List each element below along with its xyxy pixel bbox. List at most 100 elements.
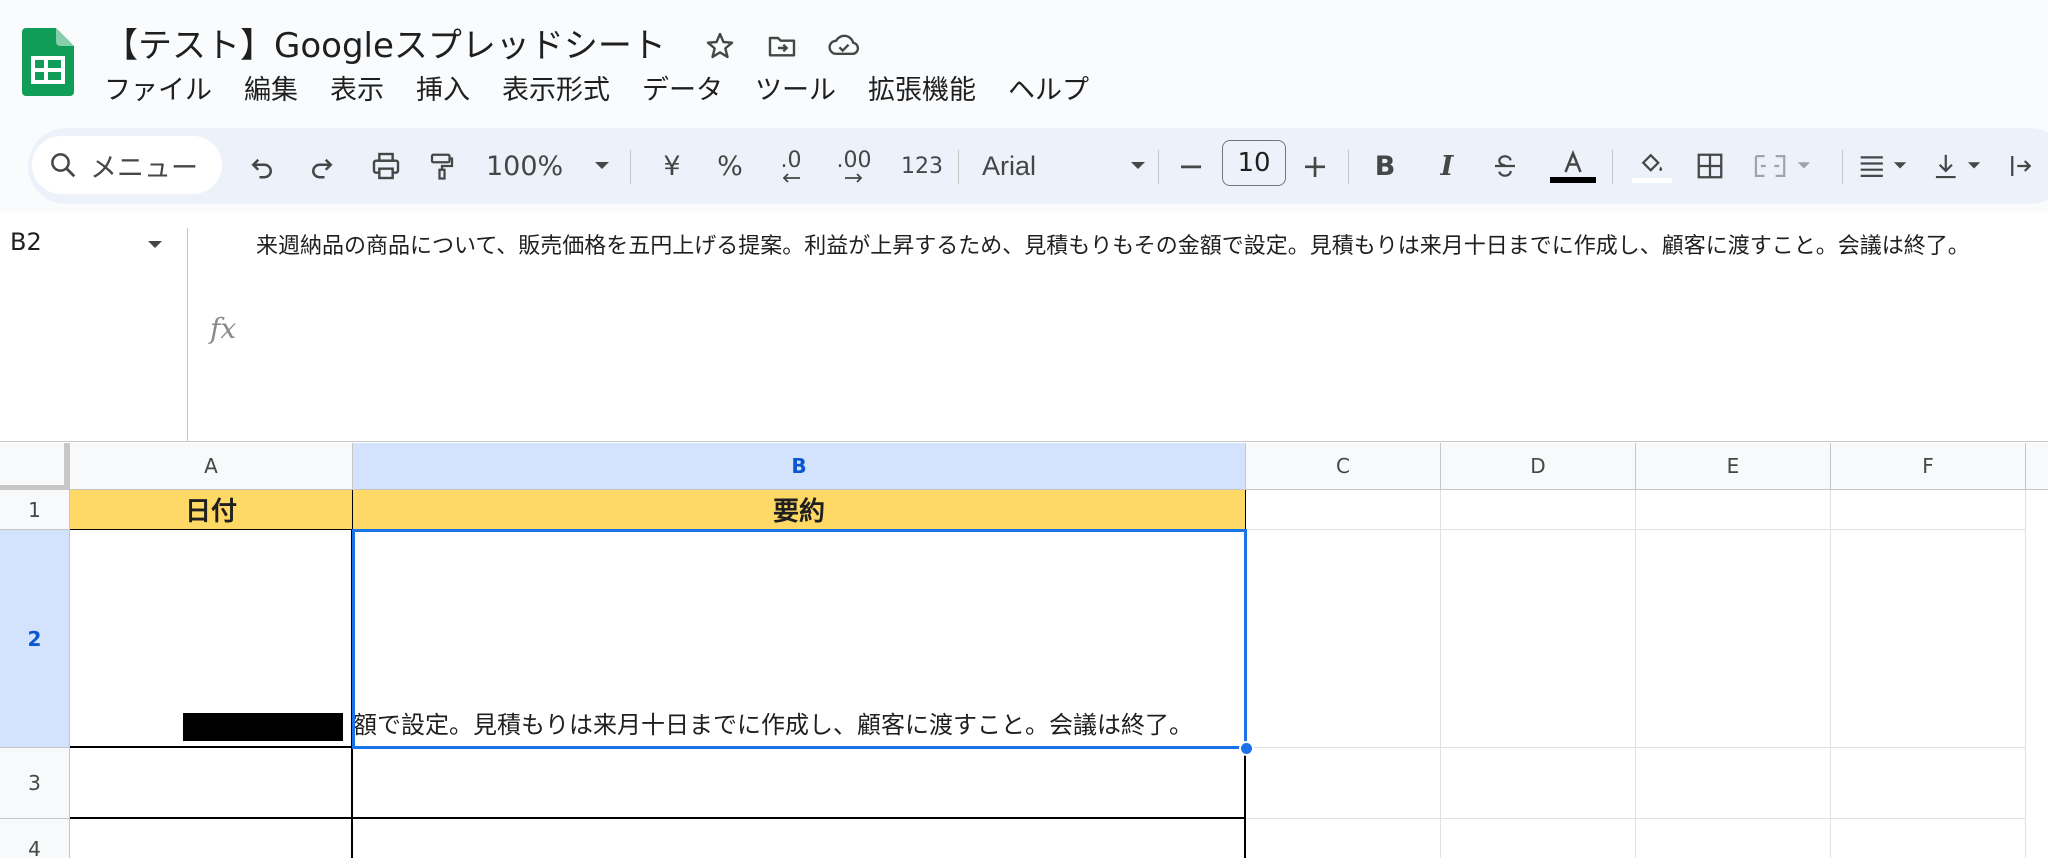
zoom-select[interactable]: 100% <box>486 140 596 192</box>
menu-tools[interactable]: ツール <box>739 70 852 112</box>
star-icon[interactable] <box>700 26 740 66</box>
name-box-dropdown-icon[interactable] <box>146 236 164 255</box>
cell-e3[interactable] <box>1636 748 1831 819</box>
menu-search-box[interactable]: メニュー <box>32 136 222 194</box>
toolbar-separator <box>630 150 631 184</box>
menu-view[interactable]: 表示 <box>314 70 400 112</box>
cell-d1[interactable] <box>1441 490 1636 530</box>
cloud-saved-icon[interactable] <box>824 26 864 66</box>
decrease-font-size-button[interactable]: − <box>1170 140 1212 192</box>
formula-bar: B2 fx 来週納品の商品について、販売価格を五円上げる提案。利益が上昇するため… <box>0 216 2048 442</box>
redo-icon[interactable] <box>300 140 344 192</box>
sheets-logo-icon[interactable] <box>22 28 74 96</box>
text-color-button[interactable] <box>1548 140 1598 192</box>
toolbar-separator <box>1348 150 1349 184</box>
cell-f3[interactable] <box>1831 748 2026 819</box>
merge-cells-icon[interactable] <box>1748 140 1818 192</box>
paint-format-icon[interactable] <box>420 140 464 192</box>
vertical-align-icon[interactable] <box>1928 140 1998 192</box>
undo-icon[interactable] <box>240 140 284 192</box>
row-header-1[interactable]: 1 <box>0 490 70 530</box>
increase-decimal-button[interactable]: .00 <box>826 140 882 192</box>
menu-search-placeholder: メニュー <box>90 152 198 184</box>
column-header-e[interactable]: E <box>1636 443 1831 490</box>
cell-b4[interactable] <box>353 819 1246 858</box>
cell-f1[interactable] <box>1831 490 2026 530</box>
font-size-input[interactable]: 10 <box>1222 140 1286 186</box>
row-header-3[interactable]: 3 <box>0 748 70 819</box>
toolbar-separator <box>1158 150 1159 184</box>
zoom-dropdown-icon[interactable] <box>584 140 620 192</box>
cell-f4[interactable] <box>1831 819 2026 858</box>
menu-insert[interactable]: 挿入 <box>400 70 486 112</box>
cell-d4[interactable] <box>1441 819 1636 858</box>
row-header-2[interactable]: 2 <box>0 530 70 748</box>
cell-a1[interactable]: 日付 <box>70 490 353 530</box>
cell-e4[interactable] <box>1636 819 1831 858</box>
redacted-block <box>183 713 343 741</box>
menu-edit[interactable]: 編集 <box>228 70 314 112</box>
menu-format[interactable]: 表示形式 <box>486 70 626 112</box>
app-header: 【テスト】Googleスプレッドシート ファイル 編集 表示 挿入 表示形式 デ… <box>0 0 2048 122</box>
name-box[interactable]: B2 <box>10 228 42 256</box>
row-header-4[interactable]: 4 <box>0 819 70 858</box>
cell-b1[interactable]: 要約 <box>353 490 1246 530</box>
arrow-right-icon <box>845 173 863 183</box>
move-to-folder-icon[interactable] <box>762 26 802 66</box>
toolbar: メニュー 100% ¥ % .0 .00 123 Arial − 10 + B … <box>28 128 2048 204</box>
menu-file[interactable]: ファイル <box>88 70 228 112</box>
cell-d2[interactable] <box>1441 530 1636 748</box>
column-header-c[interactable]: C <box>1246 443 1441 490</box>
cell-f2[interactable] <box>1831 530 2026 748</box>
font-name: Arial <box>982 150 1037 181</box>
borders-icon[interactable] <box>1686 140 1734 192</box>
fill-handle[interactable] <box>1239 741 1254 756</box>
fill-color-button[interactable] <box>1628 140 1676 192</box>
document-title[interactable]: 【テスト】Googleスプレッドシート <box>104 18 666 67</box>
strikethrough-icon[interactable] <box>1482 140 1528 192</box>
toolbar-separator <box>958 150 959 184</box>
text-color-icon <box>1564 149 1582 173</box>
percent-format-button[interactable]: % <box>708 140 752 192</box>
print-icon[interactable] <box>362 140 410 192</box>
fx-icon: fx <box>210 312 237 345</box>
cell-a3[interactable] <box>70 748 353 819</box>
cell-c3[interactable] <box>1246 748 1441 819</box>
arrow-left-icon <box>782 173 800 183</box>
decrease-decimal-button[interactable]: .0 <box>766 140 816 192</box>
increase-font-size-button[interactable]: + <box>1294 140 1336 192</box>
number-format-button[interactable]: 123 <box>894 140 950 192</box>
cell-c2[interactable] <box>1246 530 1441 748</box>
cell-b3[interactable] <box>353 748 1246 819</box>
formula-input[interactable]: 来週納品の商品について、販売価格を五円上げる提案。利益が上昇するため、見積もりも… <box>256 228 1970 260</box>
menu-data[interactable]: データ <box>626 70 739 112</box>
menu-help[interactable]: ヘルプ <box>992 70 1105 112</box>
spreadsheet-grid: A B C D E F 1 2 3 4 日付 要約 額で設定。見積もりは来月十日… <box>0 443 2048 858</box>
text-color-swatch <box>1550 177 1596 183</box>
column-header-d[interactable]: D <box>1441 443 1636 490</box>
formula-bar-divider <box>187 228 188 442</box>
cell-e1[interactable] <box>1636 490 1831 530</box>
cell-c4[interactable] <box>1246 819 1441 858</box>
menu-bar: ファイル 編集 表示 挿入 表示形式 データ ツール 拡張機能 ヘルプ <box>88 70 1105 112</box>
toolbar-separator <box>1612 150 1613 184</box>
column-header-g[interactable] <box>2026 443 2048 490</box>
column-header-a[interactable]: A <box>70 443 353 490</box>
search-icon <box>51 153 76 178</box>
cell-d3[interactable] <box>1441 748 1636 819</box>
horizontal-align-icon[interactable] <box>1854 140 1924 192</box>
menu-extensions[interactable]: 拡張機能 <box>852 70 992 112</box>
fill-color-swatch <box>1632 177 1672 183</box>
italic-button[interactable]: I <box>1424 140 1470 192</box>
text-wrap-icon[interactable] <box>2006 140 2036 192</box>
select-all-corner[interactable] <box>0 443 70 490</box>
cell-a4[interactable] <box>70 819 353 858</box>
column-header-b[interactable]: B <box>353 443 1246 490</box>
cell-e2[interactable] <box>1636 530 1831 748</box>
cell-c1[interactable] <box>1246 490 1441 530</box>
font-dropdown-icon[interactable] <box>1120 140 1156 192</box>
currency-format-button[interactable]: ¥ <box>650 140 694 192</box>
bold-button[interactable]: B <box>1362 140 1408 192</box>
font-select[interactable]: Arial <box>982 140 1102 192</box>
column-header-f[interactable]: F <box>1831 443 2026 490</box>
